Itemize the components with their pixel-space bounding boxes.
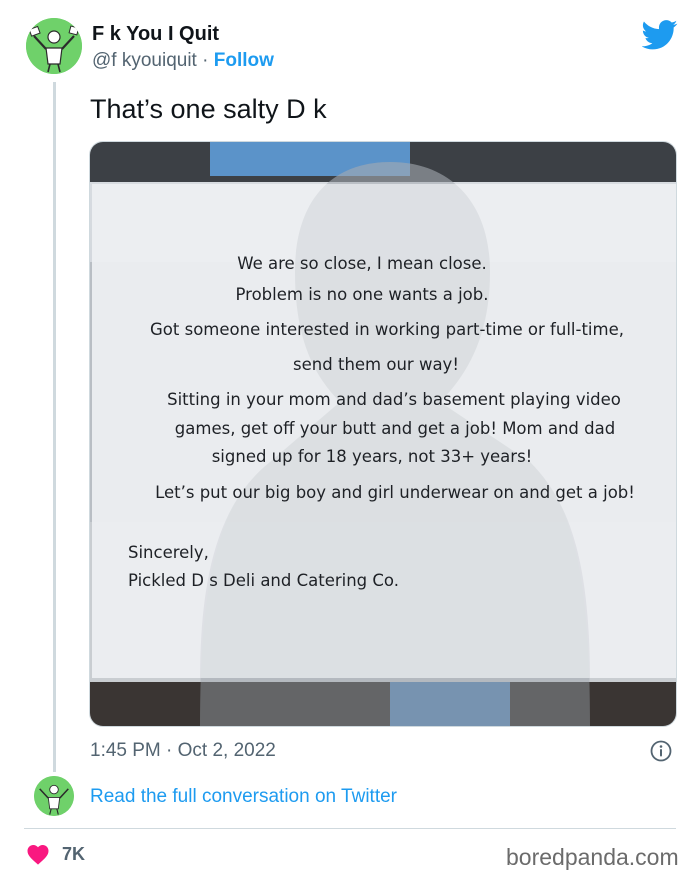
sign-line-4: send them our way!: [293, 355, 459, 374]
divider: [24, 828, 676, 829]
sign-line-3: Got someone interested in working part-t…: [150, 320, 624, 339]
conversation-avatar[interactable]: [34, 776, 74, 816]
sign-line-5: Sitting in your mom and dad’s basement p…: [167, 390, 621, 409]
sign-photo: We are so close, I mean close. Problem i…: [90, 142, 676, 726]
tweet-text-content: That’s one salty D k: [90, 94, 327, 124]
tweet-timestamp[interactable]: 1:45 PM · Oct 2, 2022: [90, 740, 276, 762]
timestamp-text: 1:45 PM · Oct 2, 2022: [90, 740, 276, 761]
info-icon[interactable]: [650, 740, 672, 762]
sign-line-8: Let’s put our big boy and girl underwear…: [155, 483, 635, 502]
display-name-text: F k You I Quit: [92, 23, 220, 45]
sign-line-7: signed up for 18 years, not 33+ years!: [212, 447, 533, 466]
sign-line-1: We are so close, I mean close.: [237, 254, 487, 273]
avatar-illustration-small: [34, 776, 74, 816]
avatar-illustration: [26, 18, 82, 74]
read-conversation-link[interactable]: Read the full conversation on Twitter: [90, 786, 397, 808]
like-count[interactable]: 7K: [62, 844, 85, 865]
thread-line: [53, 82, 56, 772]
tweet-media-photo[interactable]: We are so close, I mean close. Problem i…: [89, 141, 677, 727]
handle-separator: ·: [202, 50, 209, 71]
sign-signature: Pickled D s Deli and Catering Co.: [128, 571, 399, 590]
heart-icon[interactable]: [26, 843, 50, 865]
sign-closing: Sincerely,: [128, 543, 209, 562]
watermark-text: boredpanda.com: [506, 844, 679, 870]
like-count-text: 7K: [62, 844, 86, 864]
user-handle[interactable]: @f kyouiquit: [92, 50, 197, 71]
watermark: boredpanda.com: [506, 844, 679, 871]
tweet-text: That’s one salty D k: [90, 94, 327, 125]
avatar[interactable]: [26, 18, 82, 74]
display-name[interactable]: F k You I Quit: [92, 23, 219, 46]
read-conversation-text: Read the full conversation on Twitter: [90, 786, 397, 807]
sign-line-6: games, get off your butt and get a job! …: [175, 419, 615, 438]
handle-row: @f kyouiquit · Follow: [92, 50, 274, 72]
sign-line-2: Problem is no one wants a job.: [235, 285, 488, 304]
follow-button[interactable]: Follow: [214, 50, 274, 71]
twitter-bird-icon[interactable]: [641, 20, 678, 50]
